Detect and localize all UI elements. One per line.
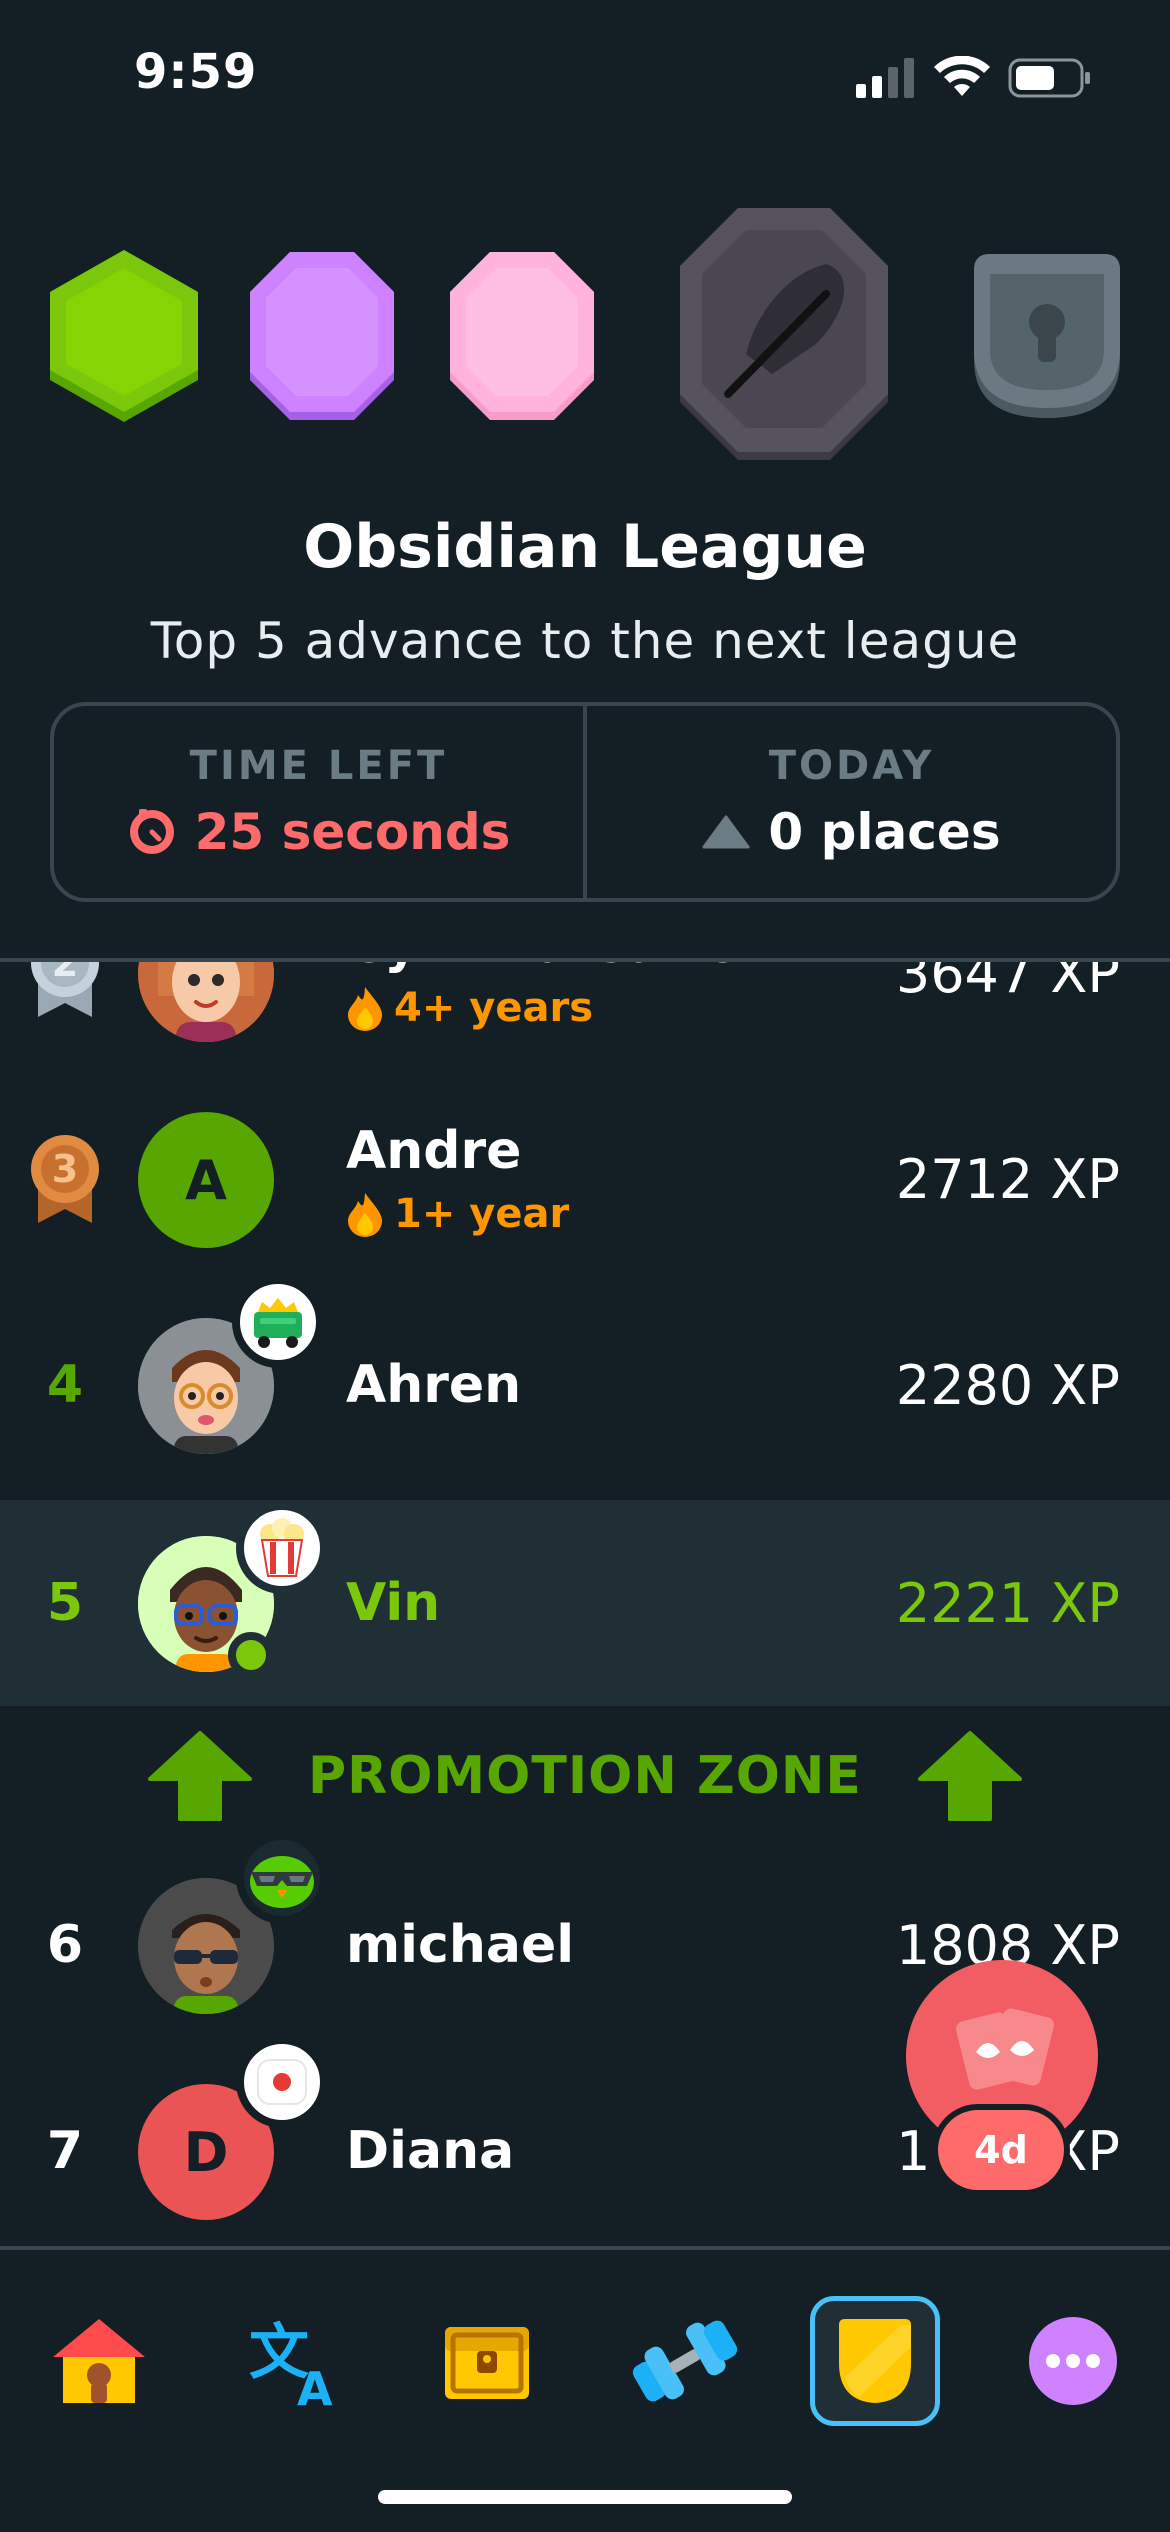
nav-home[interactable] — [34, 2296, 164, 2426]
rank-number: 3 — [52, 1147, 78, 1191]
locked-league-badge — [974, 254, 1120, 418]
avatar-initial: A — [185, 1148, 227, 1212]
friend-quest-timer-badge[interactable]: 4d — [932, 2104, 1070, 2196]
avatar-cynthia — [138, 962, 274, 1042]
nav-chest[interactable] — [422, 2296, 552, 2426]
promotion-zone-label: PROMOTION ZONE — [308, 1746, 862, 1806]
time-left-value-row: 25 seconds — [127, 803, 511, 861]
dumbbell-icon — [632, 2320, 738, 2402]
today-value-row: 0 places — [702, 803, 1001, 861]
today-value: 0 places — [768, 803, 1001, 861]
signal-icon — [856, 58, 914, 98]
wifi-icon — [934, 56, 990, 96]
streak-row: 1+ year — [346, 1191, 569, 1237]
promotion-zone-divider: PROMOTION ZONE — [0, 1706, 1170, 1846]
time-left-label: TIME LEFT — [189, 743, 448, 789]
xp-value: 2712 XP — [895, 1147, 1120, 1211]
arrow-up-icon — [917, 1731, 1022, 1821]
time-left-value: 25 seconds — [194, 803, 511, 861]
cool-owl-icon — [250, 1856, 314, 1908]
name-block: michael — [346, 1842, 574, 2048]
rank-number: 4 — [46, 1355, 84, 1415]
status-time: 9:59 — [134, 44, 258, 100]
league-info-box: TIME LEFT 25 seconds TODAY 0 places — [50, 702, 1120, 902]
name-block: Andre 1+ year — [346, 1076, 569, 1282]
user-name: Andre — [346, 1121, 522, 1181]
today-section: TODAY 0 places — [583, 706, 1116, 898]
leaderboard-row[interactable]: 2 Cynthia Carlo 4+ years — [0, 962, 1170, 1076]
avatar-initial: D — [183, 2120, 229, 2184]
nav-more[interactable] — [1008, 2296, 1138, 2426]
nav-leaderboards[interactable] — [810, 2296, 940, 2426]
online-indicator — [228, 1632, 274, 1678]
rank-medal-bronze: 3 — [28, 1076, 102, 1282]
popcorn-icon — [260, 1518, 304, 1577]
emerald-league-badge — [50, 250, 198, 422]
name-block: Ahren — [346, 1282, 521, 1488]
flame-icon — [348, 1193, 382, 1237]
time-left-section: TIME LEFT 25 seconds — [54, 706, 583, 898]
home-icon — [53, 2319, 145, 2403]
chest-icon — [445, 2327, 529, 2399]
flame-icon — [348, 987, 382, 1031]
avatar[interactable] — [138, 962, 274, 1042]
user-name: Cynthia Carlo — [346, 962, 740, 975]
user-name: michael — [346, 1915, 575, 1975]
streak-text: 1+ year — [394, 1191, 570, 1237]
rank-number: 7 — [46, 2121, 84, 2181]
profile-sticker — [236, 2036, 328, 2128]
arrow-up-icon — [148, 1731, 253, 1821]
name-block: Diana — [346, 2048, 514, 2246]
profile-sticker — [232, 1276, 324, 1368]
avatar[interactable]: A — [138, 1112, 274, 1248]
today-label: TODAY — [768, 743, 935, 789]
nav-languages[interactable]: 文 A — [230, 2296, 360, 2426]
rank-medal-silver: 2 — [28, 962, 102, 1076]
user-name: Vin — [346, 1573, 441, 1633]
triangle-up-icon — [702, 815, 750, 849]
leaderboard-row[interactable]: 4 Ahren 2280 XP — [0, 1276, 1170, 1488]
rank-number: 5 — [46, 1573, 84, 1633]
obsidian-league-badge[interactable] — [676, 204, 892, 464]
pearl-league-badge — [450, 252, 594, 420]
rank-number: 2 — [52, 962, 78, 985]
leaderboard-row[interactable]: 3 A Andre 1+ year 2712 XP — [0, 1076, 1170, 1282]
svg-text:A: A — [297, 2362, 333, 2409]
profile-sticker — [236, 1502, 328, 1594]
translate-icon: 文 A — [249, 2318, 333, 2409]
xp-value: 2221 XP — [895, 1571, 1120, 1635]
xp-value: 3647 XP — [895, 962, 1120, 1005]
league-title: Obsidian League — [303, 512, 867, 582]
streak-row: 4+ years — [346, 985, 740, 1031]
user-name: Ahren — [346, 1355, 522, 1415]
status-bar: 9:59 — [0, 0, 1170, 150]
league-subtitle: Top 5 advance to the next league — [150, 612, 1020, 670]
rank-number: 6 — [46, 1915, 84, 1975]
amethyst-league-badge — [250, 252, 394, 420]
nav-practice[interactable] — [620, 2296, 750, 2426]
treasure-cart-icon — [254, 1298, 302, 1348]
name-block: Cynthia Carlo 4+ years — [346, 962, 740, 1076]
more-icon — [1029, 2317, 1117, 2405]
shield-icon — [839, 2319, 911, 2403]
silver-medal-icon: 2 — [31, 962, 99, 1017]
streak-text: 4+ years — [394, 985, 594, 1031]
home-indicator — [378, 2490, 792, 2504]
xp-value: 2280 XP — [895, 1353, 1120, 1417]
stopwatch-icon — [129, 809, 174, 854]
bronze-medal-icon: 3 — [31, 1135, 99, 1223]
league-badges — [0, 190, 1170, 490]
name-block: Vin — [346, 1500, 440, 1706]
user-name: Diana — [346, 2121, 515, 2181]
leaderboard-row-current-user[interactable]: 5 Vin 2221 XP — [0, 1500, 1170, 1706]
battery-icon — [1008, 58, 1090, 98]
record-button-icon — [257, 2059, 307, 2105]
